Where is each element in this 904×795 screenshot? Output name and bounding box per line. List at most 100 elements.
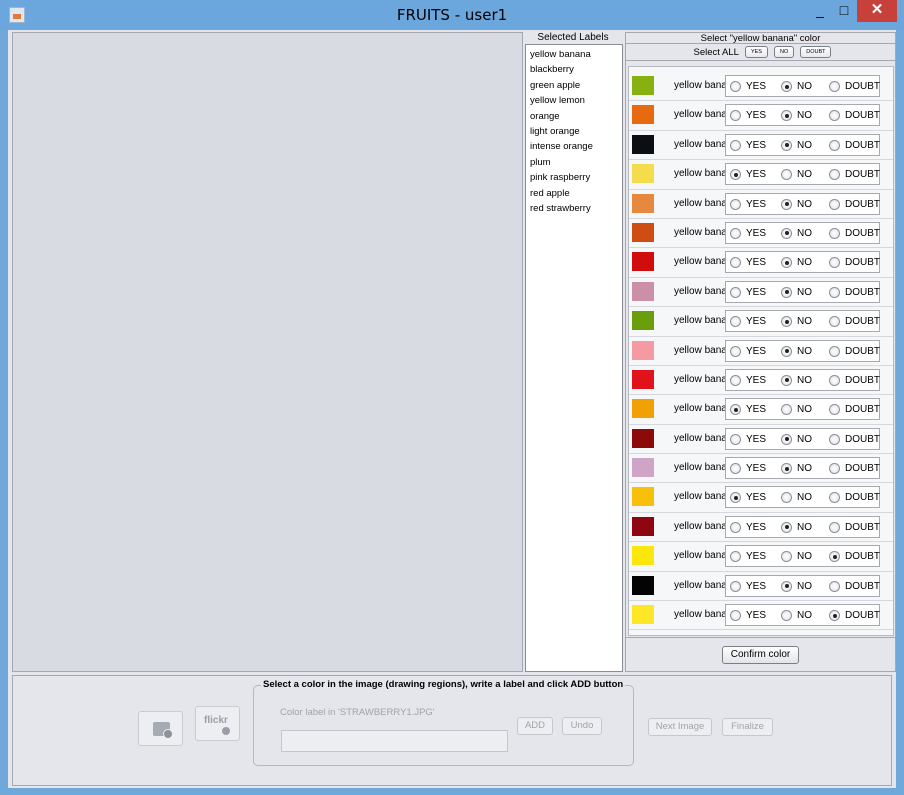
finalize-button[interactable]: Finalize bbox=[722, 718, 773, 736]
radio-no[interactable]: NO bbox=[781, 81, 812, 92]
color-row: yellow banana YES NO DOUBT bbox=[629, 278, 893, 308]
radio-yes[interactable]: YES bbox=[730, 316, 766, 328]
radio-doubt[interactable]: DOUBT bbox=[829, 374, 880, 386]
radio-no[interactable]: NO bbox=[781, 345, 812, 357]
undo-button[interactable]: Undo bbox=[562, 717, 602, 735]
choice-radio-group: YES NO DOUBT bbox=[725, 574, 880, 597]
radio-yes[interactable]: YES bbox=[730, 110, 766, 122]
label-list-item[interactable]: orange bbox=[530, 109, 622, 124]
label-list-item[interactable]: red strawberry bbox=[530, 201, 622, 216]
selected-labels-panel: Selected Labels yellow banana blackberry g… bbox=[523, 32, 623, 672]
radio-yes[interactable]: YES bbox=[730, 81, 766, 92]
label-list-item[interactable]: pink raspberry bbox=[530, 170, 622, 185]
radio-yes[interactable]: YES bbox=[730, 345, 766, 357]
selected-labels-header: Selected Labels bbox=[537, 32, 609, 43]
label-list-item[interactable]: red apple bbox=[530, 186, 622, 201]
radio-yes[interactable]: YES bbox=[730, 521, 766, 533]
radio-no[interactable]: NO bbox=[781, 551, 812, 563]
radio-doubt[interactable]: DOUBT bbox=[829, 139, 880, 151]
radio-doubt[interactable]: DOUBT bbox=[829, 610, 880, 622]
radio-doubt[interactable]: DOUBT bbox=[829, 169, 880, 181]
maximize-button[interactable]: □ bbox=[832, 0, 856, 22]
radio-no[interactable]: NO bbox=[781, 404, 812, 416]
select-all-doubt-button[interactable]: DOUBT bbox=[800, 46, 832, 58]
radio-yes[interactable]: YES bbox=[730, 610, 766, 622]
flickr-button[interactable]: flickr bbox=[195, 706, 240, 741]
radio-doubt[interactable]: DOUBT bbox=[829, 110, 880, 122]
label-list-item[interactable]: plum bbox=[530, 155, 622, 170]
radio-yes[interactable]: YES bbox=[730, 257, 766, 269]
window-title: FRUITS - user1 bbox=[396, 6, 508, 24]
radio-no[interactable]: NO bbox=[781, 227, 812, 239]
select-all-yes-button[interactable]: YES bbox=[744, 46, 768, 58]
radio-doubt[interactable]: DOUBT bbox=[829, 81, 880, 92]
radio-yes[interactable]: YES bbox=[730, 433, 766, 445]
radio-doubt[interactable]: DOUBT bbox=[829, 257, 880, 269]
radio-no[interactable]: NO bbox=[781, 198, 812, 210]
label-list-item[interactable]: blackberry bbox=[530, 62, 622, 77]
radio-no[interactable]: NO bbox=[781, 257, 812, 269]
label-list-item[interactable]: light orange bbox=[530, 124, 622, 139]
add-button[interactable]: ADD bbox=[517, 717, 553, 735]
minimize-button[interactable]: _ bbox=[808, 0, 832, 22]
radio-doubt[interactable]: DOUBT bbox=[829, 345, 880, 357]
radio-yes[interactable]: YES bbox=[730, 551, 766, 563]
confirm-color-button[interactable]: Confirm color bbox=[722, 646, 799, 664]
radio-no[interactable]: NO bbox=[781, 580, 812, 592]
color-label-input[interactable] bbox=[281, 730, 508, 752]
selected-labels-list[interactable]: yellow banana blackberry green apple yellow… bbox=[525, 44, 623, 672]
radio-yes[interactable]: YES bbox=[730, 286, 766, 298]
label-list-item[interactable]: green apple bbox=[530, 78, 622, 93]
radio-yes[interactable]: YES bbox=[730, 374, 766, 386]
radio-yes[interactable]: YES bbox=[730, 169, 766, 181]
radio-circle-icon bbox=[730, 169, 741, 181]
radio-doubt[interactable]: DOUBT bbox=[829, 198, 880, 210]
radio-circle-icon bbox=[730, 345, 741, 357]
radio-doubt[interactable]: DOUBT bbox=[829, 404, 880, 416]
color-rows-list[interactable]: yellow banana YES NO DOUBT yellow banana YES N… bbox=[628, 66, 894, 636]
radio-circle-icon bbox=[781, 345, 792, 357]
radio-doubt[interactable]: DOUBT bbox=[829, 433, 880, 445]
select-all-no-button[interactable]: NO bbox=[773, 46, 795, 58]
radio-doubt[interactable]: DOUBT bbox=[829, 463, 880, 475]
radio-yes[interactable]: YES bbox=[730, 492, 766, 504]
radio-doubt[interactable]: DOUBT bbox=[829, 521, 880, 533]
close-button[interactable]: ✕ bbox=[857, 0, 897, 22]
radio-doubt[interactable]: DOUBT bbox=[829, 551, 880, 563]
radio-no[interactable]: NO bbox=[781, 433, 812, 445]
radio-doubt[interactable]: DOUBT bbox=[829, 316, 880, 328]
radio-no[interactable]: NO bbox=[781, 610, 812, 622]
radio-no[interactable]: NO bbox=[781, 169, 812, 181]
radio-circle-icon bbox=[781, 404, 792, 416]
radio-no[interactable]: NO bbox=[781, 492, 812, 504]
label-list-item[interactable]: intense orange bbox=[530, 139, 622, 154]
radio-yes[interactable]: YES bbox=[730, 227, 766, 239]
radio-doubt[interactable]: DOUBT bbox=[829, 492, 880, 504]
label-list-item[interactable]: yellow banana bbox=[530, 47, 622, 62]
radio-circle-icon bbox=[730, 463, 741, 475]
color-row: yellow banana YES NO DOUBT bbox=[629, 248, 893, 278]
image-canvas[interactable] bbox=[12, 32, 523, 672]
radio-no[interactable]: NO bbox=[781, 316, 812, 328]
radio-yes[interactable]: YES bbox=[730, 198, 766, 210]
radio-yes[interactable]: YES bbox=[730, 580, 766, 592]
radio-yes[interactable]: YES bbox=[730, 463, 766, 475]
radio-yes[interactable]: YES bbox=[730, 404, 766, 416]
radio-no[interactable]: NO bbox=[781, 521, 812, 533]
radio-doubt[interactable]: DOUBT bbox=[829, 227, 880, 239]
select-all-bar: Select ALL YES NO DOUBT bbox=[626, 44, 895, 61]
radio-no[interactable]: NO bbox=[781, 374, 812, 386]
open-file-button[interactable] bbox=[138, 711, 183, 746]
radio-doubt[interactable]: DOUBT bbox=[829, 286, 880, 298]
radio-yes[interactable]: YES bbox=[730, 139, 766, 151]
radio-no[interactable]: NO bbox=[781, 110, 812, 122]
radio-circle-icon bbox=[781, 169, 792, 181]
next-image-button[interactable]: Next Image bbox=[648, 718, 712, 736]
label-list-item[interactable]: yellow lemon bbox=[530, 93, 622, 108]
radio-circle-icon bbox=[829, 169, 840, 181]
radio-no[interactable]: NO bbox=[781, 139, 812, 151]
radio-doubt[interactable]: DOUBT bbox=[829, 580, 880, 592]
radio-no[interactable]: NO bbox=[781, 463, 812, 475]
color-row: yellow banana YES NO DOUBT bbox=[629, 395, 893, 425]
radio-no[interactable]: NO bbox=[781, 286, 812, 298]
